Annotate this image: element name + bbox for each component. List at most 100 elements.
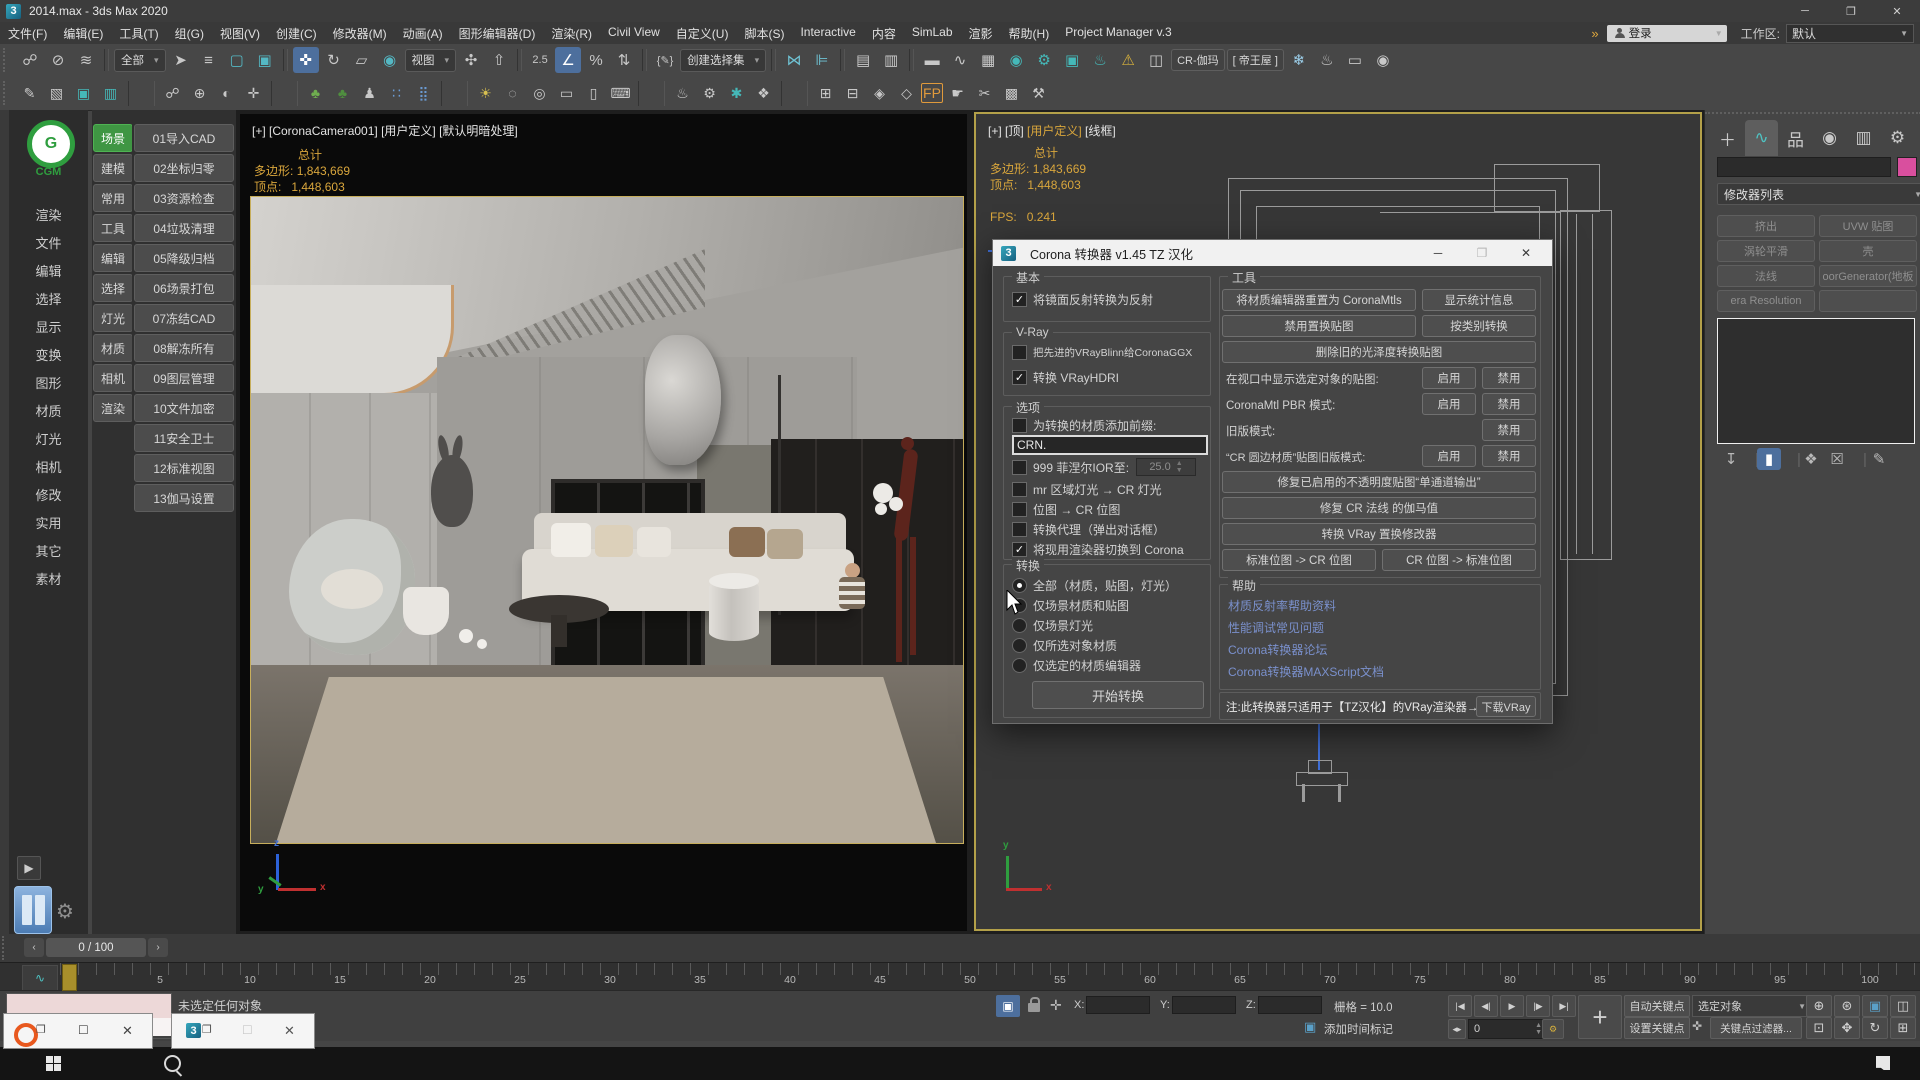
key-target-dropdown[interactable]: 选定对象▼ [1692,995,1812,1017]
ribbon-icon[interactable]: ▬ [919,47,945,73]
checkbox-mr-lights[interactable]: mr 区域灯光 → CR 灯光 [1012,481,1162,498]
restore-icon[interactable]: ❐ [202,1023,212,1036]
dots-icon[interactable]: ⣿ [411,81,436,106]
separator[interactable] [642,49,647,71]
cgm-tab[interactable]: 灯光 [93,304,133,332]
gear2-icon[interactable]: ⚙ [697,81,722,106]
selection-filter-dropdown[interactable]: 全部 [114,49,166,72]
login-dropdown[interactable]: 登录▼ [1607,25,1727,42]
playback-button[interactable]: ▶| [1552,995,1576,1017]
playback-button[interactable]: |▶ [1526,995,1550,1017]
download-vray-button[interactable]: 下载VRay [1476,696,1536,717]
set-keyframe-button[interactable]: + [1578,995,1622,1039]
make-unique-icon[interactable]: ❖ [1799,448,1823,470]
checkbox-switch-renderer[interactable]: ✓将现用渲染器切换到 Corona [1012,541,1184,558]
viewport-maps-disable-button[interactable]: 禁用 [1482,367,1536,389]
sidebar-category[interactable]: 编辑 [9,256,88,284]
pbr-disable-button[interactable]: 禁用 [1482,393,1536,415]
hatch-icon[interactable]: ▧ [44,81,69,106]
cgm-script-button[interactable]: 13伽马设置 [134,484,234,512]
separator[interactable] [441,81,468,106]
menu-item[interactable]: 脚本(S) [736,25,792,42]
compass-icon[interactable]: ✛ [241,81,266,106]
sidebar-category[interactable]: 实用 [9,508,88,536]
minimize-button[interactable]: ─ [1782,0,1828,22]
layer-explorer-icon[interactable]: ▥ [878,47,904,73]
cgm-script-button[interactable]: 03资源检查 [134,184,234,212]
checkbox-add-prefix[interactable]: 为转换的材质添加前缀: [1012,417,1156,434]
spark-icon[interactable]: ✱ [724,81,749,106]
chain-icon[interactable]: ☍ [160,81,185,106]
sidebar-category[interactable]: 显示 [9,312,88,340]
mini-curve-editor-button[interactable]: ∿ [22,965,58,991]
scissors-icon[interactable]: ✂ [972,81,997,106]
menu-item[interactable]: 自定义(U) [668,25,737,42]
cgm-tab[interactable]: 渲染 [93,394,133,422]
key-step-toggle[interactable]: ◂▸ [1448,1019,1466,1039]
convert-displacement-button[interactable]: 转换 VRay 置换修改器 [1222,523,1536,545]
sun-icon[interactable]: ☀ [473,81,498,106]
sidebar-category[interactable]: 渲染 [9,200,88,228]
tree-icon[interactable]: ♣ [303,81,328,106]
menu-item[interactable]: 文件(F) [0,25,55,42]
dope-sheet-icon[interactable]: ▦ [975,47,1001,73]
current-frame-field[interactable]: 0▲▼ [1468,1019,1545,1039]
toolbar-grip[interactable] [3,81,11,105]
pin-stack-icon[interactable]: ↧ [1719,448,1743,470]
sidebar-category[interactable]: 灯光 [9,424,88,452]
disable-displacement-button[interactable]: 禁用置换贴图 [1222,315,1416,337]
zoom-region-icon[interactable]: ⊡ [1806,1017,1832,1039]
separator[interactable] [128,81,155,106]
action-center-icon[interactable] [1876,1056,1890,1070]
tab-hierarchy[interactable]: 品 [1779,120,1812,156]
tablet-icon[interactable]: ▯ [581,81,606,106]
cgm-script-button[interactable]: 11安全卫士 [134,424,234,452]
expand-button[interactable]: ▶ [17,856,41,880]
playback-button[interactable]: ◀| [1474,995,1498,1017]
menu-item[interactable]: Civil View [600,25,668,42]
workspace-dropdown[interactable]: 默认▼ [1786,24,1914,43]
playback-button[interactable]: |◀ [1448,995,1472,1017]
halo-icon[interactable]: ◌ [500,81,525,106]
menu-item[interactable]: 帮助(H) [1001,25,1058,42]
unlink-selection-icon[interactable]: ⊘ [45,47,71,73]
search-icon[interactable] [164,1055,181,1072]
cgm-tab[interactable]: 场景 [93,124,133,152]
dialog-title-bar[interactable]: 3 Corona 转换器 v1.45 TZ 汉化 ─ ❐ ✕ [993,240,1552,266]
edge-disable-button[interactable]: 禁用 [1482,445,1536,467]
dialog-maximize-button[interactable]: ❐ [1465,240,1499,266]
sidebar-category[interactable]: 修改 [9,480,88,508]
cgm-script-button[interactable]: 01导入CAD [134,124,234,152]
cgm-script-button[interactable]: 12标准视图 [134,454,234,482]
set-key-button[interactable]: 设置关键点 [1624,1017,1690,1039]
spinner-snap-icon[interactable]: ⇅ [611,47,637,73]
hand-icon[interactable]: ☛ [945,81,970,106]
separator[interactable] [104,49,109,71]
separator[interactable] [909,49,914,71]
orbit-icon[interactable]: ↻ [1862,1017,1888,1039]
wrench-icon[interactable]: ⚒ [1026,81,1051,106]
tab-display[interactable]: ▥ [1847,120,1880,156]
menu-item[interactable]: 编辑(E) [55,25,111,42]
tab-motion[interactable]: ◉ [1813,120,1846,156]
modifier-preset-button[interactable] [1819,290,1917,312]
cgm-tab[interactable]: 相机 [93,364,133,392]
track-bar[interactable]: ∿ 05101520253035404550556065707580859095… [0,962,1920,991]
settings-gear-icon[interactable]: ⚙ [52,898,78,924]
sidebar-category[interactable]: 其它 [9,536,88,564]
menu-item[interactable]: SimLab [904,25,961,42]
remove-modifier-icon[interactable]: ☒ [1825,448,1849,470]
render-setup-icon[interactable]: ⚙ [1031,47,1057,73]
sidebar-category[interactable]: 变换 [9,340,88,368]
keyboard-icon[interactable]: ⌨ [608,81,633,106]
show-end-result-icon[interactable]: ▮ [1757,448,1781,470]
z-coordinate-field[interactable] [1258,996,1322,1014]
crosshair-icon[interactable]: ⊕ [187,81,212,106]
playback-button[interactable]: ▶ [1500,995,1524,1017]
menu-item[interactable]: 渲影 [961,25,1001,42]
camera-icon[interactable]: ◎ [527,81,552,106]
warning-icon[interactable]: ⚠ [1115,47,1141,73]
panel-grip[interactable] [1705,112,1920,118]
object-name-field[interactable] [1717,157,1891,177]
legacy-disable-button[interactable]: 禁用 [1482,419,1536,441]
